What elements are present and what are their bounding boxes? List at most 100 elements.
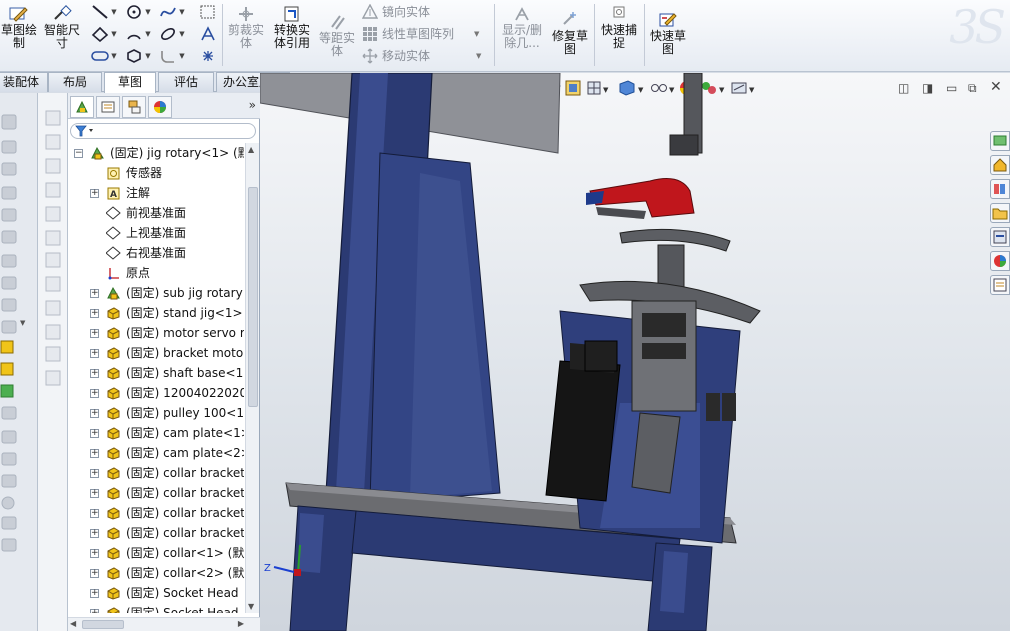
mirror-entities-button[interactable]: 镜向实体 (362, 3, 430, 20)
file-explorer-tab[interactable] (990, 203, 1010, 223)
expand-icon[interactable]: + (90, 549, 99, 558)
expand-icon[interactable]: + (90, 509, 99, 518)
expand-icon[interactable]: + (90, 429, 99, 438)
tree-hscroll-thumb[interactable] (82, 620, 124, 629)
fillet-tool[interactable]: ▼ (158, 46, 186, 66)
scroll-right-icon[interactable]: ▶ (238, 619, 244, 628)
tree-item[interactable]: + (固定) cam plate<1> (68, 423, 244, 443)
convert-entities-button[interactable]: 转换实 体引用 (270, 2, 314, 50)
tree-filter-input[interactable] (70, 123, 256, 139)
repair-sketch-button[interactable]: 修复草 图 (550, 8, 590, 56)
feature-manager-tab[interactable] (70, 96, 94, 118)
tab-assembly[interactable]: 装配体 (0, 72, 48, 92)
appearances-tab[interactable] (990, 251, 1010, 271)
line-tool[interactable]: ▼ (90, 2, 118, 22)
circle-tool[interactable]: ▼ (124, 2, 152, 22)
tree-item[interactable]: + (固定) 12004022020- (68, 383, 244, 403)
home-tab[interactable] (990, 155, 1010, 175)
expand-icon[interactable]: + (90, 349, 99, 358)
tree-item[interactable]: 前视基准面 (68, 203, 244, 223)
expand-icon[interactable]: + (90, 609, 99, 613)
graphics-viewport[interactable]: ▼ ▼ ▼ ▼ ▼ ◫ ◨ ▭ ⧉ ✕ Z (260, 73, 1010, 631)
point-tool[interactable] (194, 46, 222, 66)
assembly-model-view[interactable]: Z (260, 73, 990, 631)
tree-item[interactable]: + (固定) collar bracket (68, 483, 244, 503)
tree-item[interactable]: + A 注解 (68, 183, 244, 203)
scroll-down-icon[interactable]: ▼ (248, 602, 254, 611)
resources-tab[interactable] (990, 131, 1010, 151)
quick-snaps-button[interactable]: 快速捕 捉 (598, 2, 640, 50)
ellipse-tool[interactable]: ▼ (158, 24, 186, 44)
tree-item[interactable]: 右视基准面 (68, 243, 244, 263)
tree-item[interactable]: + (固定) stand jig<1> (68, 303, 244, 323)
tree-item[interactable]: + (固定) collar bracket (68, 523, 244, 543)
tree-item[interactable]: − (固定) jig rotary<1> (默 (68, 143, 244, 163)
tree-item[interactable]: 原点 (68, 263, 244, 283)
scroll-left-icon[interactable]: ◀ (70, 619, 76, 628)
tab-evaluate[interactable]: 评估 (158, 72, 214, 92)
origin-icon (108, 268, 119, 280)
expand-icon[interactable]: + (90, 389, 99, 398)
expand-icon[interactable]: + (90, 189, 99, 198)
rectangle-tool[interactable]: ▼ (90, 24, 118, 44)
trim-entities-button[interactable]: 剪裁实 体 (226, 2, 266, 50)
display-delete-relations-button[interactable]: 显示/删 除几... (498, 2, 546, 50)
expand-panel-icon[interactable]: » (249, 98, 256, 112)
tree-item[interactable]: + (固定) collar<2> (默认 (68, 563, 244, 583)
text-tool[interactable] (194, 24, 222, 44)
close-icon[interactable]: ✕ (990, 79, 1002, 95)
expand-icon[interactable]: + (90, 589, 99, 598)
tree-item[interactable]: 上视基准面 (68, 223, 244, 243)
sketch-button[interactable]: 草图绘 制 (0, 2, 38, 50)
spline-tool[interactable]: ▼ (158, 2, 186, 22)
tree-item[interactable]: + (固定) collar bracket (68, 503, 244, 523)
expand-icon[interactable]: + (90, 489, 99, 498)
appearance-manager-tab[interactable] (148, 96, 172, 118)
tree-item-label: (固定) cam plate<1> (126, 426, 244, 440)
tree-item[interactable]: 传感器 (68, 163, 244, 183)
custom-properties-tab[interactable] (990, 275, 1010, 295)
expand-icon[interactable]: + (90, 329, 99, 338)
property-manager-tab[interactable] (96, 96, 120, 118)
scroll-up-icon[interactable]: ▲ (248, 145, 254, 154)
expand-icon[interactable]: + (90, 409, 99, 418)
tree-item[interactable]: + (固定) shaft base<1: (68, 363, 244, 383)
tab-sketch[interactable]: 草图 (104, 72, 156, 93)
expand-icon[interactable]: + (90, 529, 99, 538)
tree-vertical-scrollbar[interactable]: ▲ ▼ (245, 143, 259, 613)
tree-item[interactable]: + (固定) Socket Head (68, 583, 244, 603)
tree-item-label: 前视基准面 (126, 206, 187, 220)
tree-item[interactable]: + (固定) Socket Head (68, 603, 244, 613)
arc-tool[interactable]: ▼ (124, 24, 152, 44)
grid-tool[interactable] (194, 2, 222, 22)
chevron-down-icon[interactable]: ▼ (476, 52, 481, 60)
tree-item[interactable]: + (固定) bracket moto (68, 343, 244, 363)
polygon-tool[interactable]: ▼ (124, 46, 152, 66)
tree-item[interactable]: + (固定) collar bracket (68, 463, 244, 483)
expand-icon[interactable]: + (90, 369, 99, 378)
tree-item[interactable]: + (固定) collar<1> (默认 (68, 543, 244, 563)
tree-item[interactable]: + (固定) motor servo r (68, 323, 244, 343)
smart-dimension-button[interactable]: 智能尺 寸 (42, 2, 82, 50)
expand-icon[interactable]: + (90, 289, 99, 298)
expand-icon[interactable]: + (90, 569, 99, 578)
slot-tool[interactable]: ▼ (90, 46, 118, 66)
tree-item[interactable]: + (固定) sub jig rotary (68, 283, 244, 303)
expand-icon[interactable]: + (90, 469, 99, 478)
expand-icon[interactable]: + (90, 449, 99, 458)
collapse-icon[interactable]: − (74, 149, 83, 158)
design-library-tab[interactable] (990, 179, 1010, 199)
tree-item[interactable]: + (固定) cam plate<2> (68, 443, 244, 463)
chevron-down-icon[interactable]: ▼ (474, 30, 479, 38)
tab-layout[interactable]: 布局 (48, 72, 102, 92)
offset-entities-button[interactable]: 等距实 体 (316, 10, 358, 58)
linear-pattern-button[interactable]: 线性草图阵列 ▼ (362, 25, 479, 42)
tree-scroll-thumb[interactable] (248, 187, 258, 407)
view-palette-tab[interactable] (990, 227, 1010, 247)
move-entities-button[interactable]: 移动实体 ▼ (362, 47, 481, 64)
expand-icon[interactable]: + (90, 309, 99, 318)
configuration-manager-tab[interactable] (122, 96, 146, 118)
tree-horizontal-scrollbar[interactable]: ◀ ▶ (68, 617, 260, 631)
tree-item[interactable]: + (固定) pulley 100<1> (68, 403, 244, 423)
rapid-sketch-button[interactable]: 快速草 图 (648, 8, 688, 56)
